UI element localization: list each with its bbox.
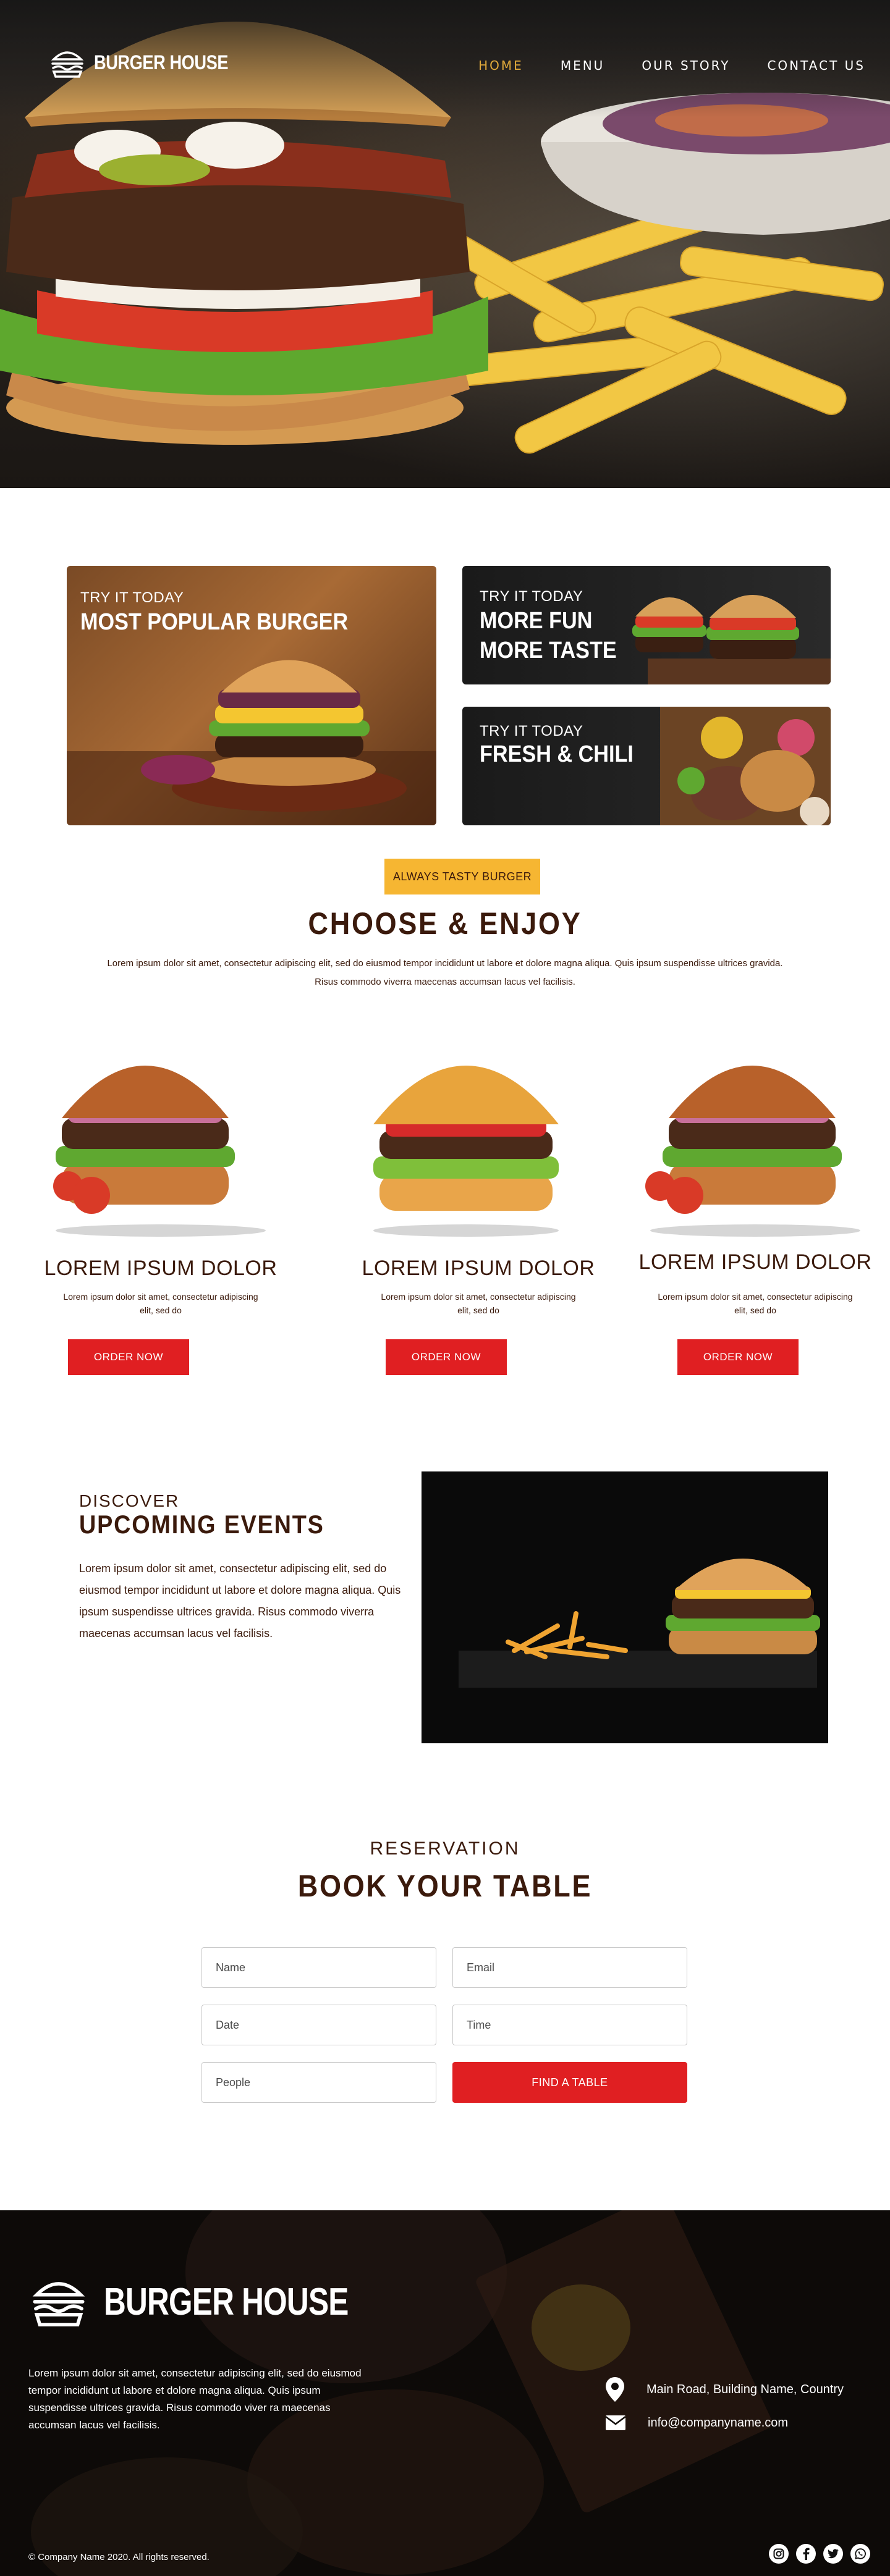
time-field[interactable] (452, 2005, 687, 2045)
instagram-icon[interactable] (769, 2544, 789, 2564)
burger-fries-image (422, 1471, 828, 1743)
product-name: LOREM IPSUM DOLOR (362, 1256, 595, 1280)
promo-card-popular[interactable]: TRY IT TODAY MOST POPULAR BURGER (67, 566, 436, 825)
product-image (53, 1066, 266, 1237)
burger-icon (51, 51, 84, 78)
reservation-kicker: RESERVATION (370, 1838, 520, 1859)
hero-section: BURGER HOUSE HOME MENU OUR STORY CONTACT… (0, 0, 890, 488)
product-card: LOREM IPSUM DOLOR Lorem ipsum dolor sit … (43, 1019, 278, 1378)
footer-description: Lorem ipsum dolor sit amet, consectetur … (28, 2367, 362, 2431)
burger-icon (32, 2282, 85, 2326)
nav-home[interactable]: HOME (478, 58, 523, 73)
footer-brand-name: BURGER HOUSE (104, 2280, 349, 2323)
promo-kicker: TRY IT TODAY (480, 588, 583, 605)
find-table-button[interactable]: FIND A TABLE (452, 2062, 687, 2103)
footer: BURGER HOUSE Lorem ipsum dolor sit amet,… (0, 2210, 890, 2576)
contact-address: Main Road, Building Name, Country (606, 2377, 844, 2402)
nav-contact-us[interactable]: CONTACT US (767, 58, 865, 73)
product-desc-line1: Lorem ipsum dolor sit amet, consectetur … (658, 1292, 853, 1302)
brand-name: BURGER HOUSE (94, 51, 229, 74)
promo-card-fun[interactable]: TRY IT TODAY MORE FUN MORE TASTE (462, 566, 831, 684)
nav-menu[interactable]: MENU (561, 58, 605, 73)
people-field[interactable] (201, 2062, 436, 2103)
events-title: UPCOMING EVENTS (79, 1510, 324, 1539)
promo-title: MOST POPULAR BURGER (80, 609, 349, 635)
product-name: LOREM IPSUM DOLOR (44, 1256, 278, 1280)
whatsapp-icon[interactable] (850, 2544, 870, 2564)
contact-email[interactable]: info@companyname.com (606, 2415, 788, 2430)
envelope-icon (606, 2415, 625, 2430)
product-desc-line2: elit, sed do (457, 1305, 499, 1315)
events-text: Lorem ipsum dolor sit amet, consectetur … (79, 1562, 401, 1639)
social-links (769, 2544, 870, 2564)
map-pin-icon (606, 2377, 624, 2402)
events-photo (422, 1471, 828, 1743)
copyright: © Company Name 2020. All rights reserved… (28, 2552, 210, 2562)
promo-kicker: TRY IT TODAY (480, 723, 583, 739)
order-now-button[interactable]: ORDER NOW (677, 1339, 799, 1375)
product-desc-line1: Lorem ipsum dolor sit amet, consectetur … (381, 1292, 576, 1302)
order-now-button[interactable]: ORDER NOW (68, 1339, 189, 1375)
product-desc-line2: elit, sed do (140, 1305, 182, 1315)
reservation-title: BOOK YOUR TABLE (297, 1869, 593, 1903)
product-desc-line2: elit, sed do (734, 1305, 776, 1315)
events-kicker: DISCOVER (79, 1491, 180, 1510)
product-image (373, 1066, 559, 1237)
date-field[interactable] (201, 2005, 436, 2045)
choose-title: CHOOSE & ENJOY (308, 906, 582, 941)
order-now-button[interactable]: ORDER NOW (386, 1339, 507, 1375)
promo-title-line1: MORE FUN (480, 608, 593, 634)
email-field[interactable] (452, 1947, 687, 1988)
promo-card-chili[interactable]: TRY IT TODAY FRESH & CHILI (462, 707, 831, 825)
product-image (645, 1066, 860, 1237)
address-text: Main Road, Building Name, Country (646, 2382, 844, 2396)
tagline-badge: ALWAYS TASTY BURGER (384, 859, 540, 894)
main-nav: HOME MENU OUR STORY CONTACT US (478, 58, 865, 73)
promo-title-line2: MORE TASTE (480, 638, 617, 663)
logo[interactable]: BURGER HOUSE (49, 44, 252, 80)
navbar: BURGER HOUSE HOME MENU OUR STORY CONTACT… (0, 0, 890, 117)
product-desc-line1: Lorem ipsum dolor sit amet, consectetur … (63, 1292, 258, 1302)
product-card: LOREM IPSUM DOLOR Lorem ipsum dolor sit … (638, 1019, 873, 1378)
promo-title: FRESH & CHILI (480, 741, 634, 767)
twitter-icon[interactable] (823, 2544, 843, 2564)
choose-lead: Lorem ipsum dolor sit amet, consectetur … (107, 958, 783, 987)
facebook-icon[interactable] (796, 2544, 816, 2564)
product-name: LOREM IPSUM DOLOR (638, 1250, 872, 1274)
nav-our-story[interactable]: OUR STORY (642, 58, 730, 73)
promo-kicker: TRY IT TODAY (80, 589, 184, 606)
email-text[interactable]: info@companyname.com (648, 2416, 788, 2430)
footer-logo[interactable]: BURGER HOUSE (30, 2271, 409, 2333)
name-field[interactable] (201, 1947, 436, 1988)
product-card: LOREM IPSUM DOLOR Lorem ipsum dolor sit … (361, 1019, 596, 1378)
